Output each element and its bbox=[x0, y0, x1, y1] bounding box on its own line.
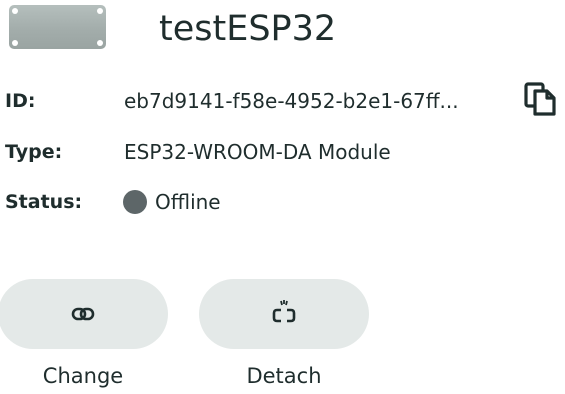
board-mount-hole bbox=[97, 8, 103, 14]
device-status-value: Offline bbox=[155, 190, 221, 214]
detach-button-label: Detach bbox=[246, 364, 322, 388]
board-mount-hole bbox=[12, 8, 18, 14]
device-status-label: Status: bbox=[5, 191, 83, 213]
device-type-label: Type: bbox=[5, 141, 63, 163]
status-indicator-dot bbox=[123, 190, 147, 214]
board-mount-hole bbox=[12, 40, 18, 46]
board-mount-hole bbox=[97, 40, 103, 46]
copy-icon bbox=[524, 82, 556, 116]
link-icon bbox=[71, 307, 95, 321]
detach-button[interactable] bbox=[199, 279, 369, 349]
device-id-label: ID: bbox=[5, 90, 36, 112]
device-id-value: eb7d9141-f58e-4952-b2e1-67ff... bbox=[124, 89, 459, 113]
device-type-value: ESP32-WROOM-DA Module bbox=[124, 140, 391, 164]
change-button[interactable] bbox=[0, 279, 168, 349]
unlink-icon bbox=[272, 300, 296, 323]
copy-id-button[interactable] bbox=[523, 81, 557, 117]
device-title: testESP32 bbox=[159, 9, 337, 49]
device-board-image bbox=[9, 5, 106, 49]
change-button-label: Change bbox=[42, 364, 124, 388]
